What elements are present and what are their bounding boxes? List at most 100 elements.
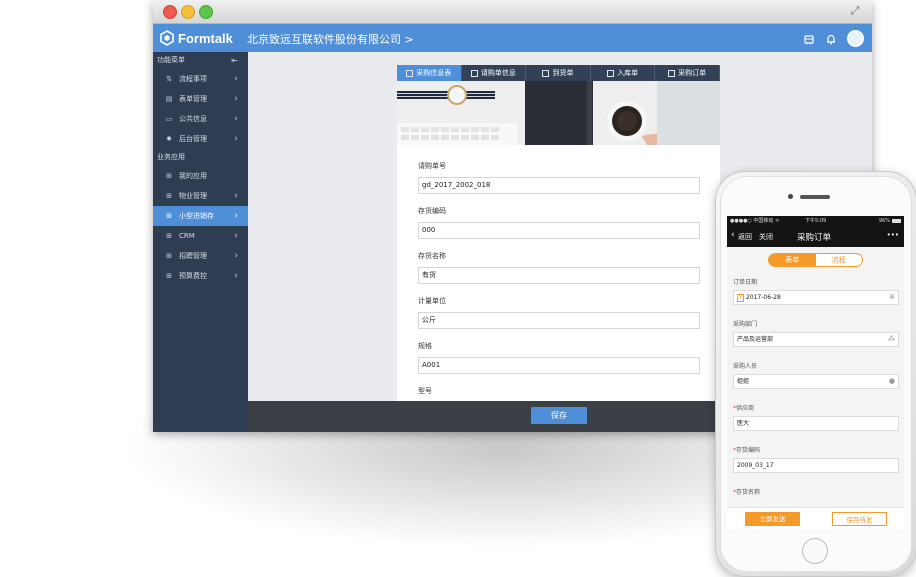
tab-label: 采购信息表 (416, 69, 452, 77)
sidebar-item-label: 公共信息 (179, 115, 207, 123)
form-tabs: 采购信息表 请购单信息 到货单 入库单 采购订单 (397, 65, 720, 81)
unit-input[interactable]: 公斤 (418, 312, 700, 329)
tab-icon (406, 69, 414, 77)
sidebar-item-label: 招聘管理 (179, 252, 207, 260)
inventory-name-field: *存货名称 (733, 488, 899, 497)
field-label: 采购部门 (733, 321, 758, 328)
tab-requisition[interactable]: 请购单信息 (462, 65, 527, 81)
field-label: 存货名称 (418, 252, 446, 260)
field-label: *供应商 (733, 404, 899, 413)
grid-icon: ⊞ (166, 252, 172, 260)
logo-text: Formtalk (178, 30, 233, 46)
org-tree-icon[interactable]: ⁂ (888, 333, 895, 346)
sidebar-item-forms[interactable]: ▤ 表单管理 › (153, 89, 248, 109)
logo[interactable]: Formtalk (159, 29, 233, 47)
buyer-input[interactable]: 姐姐 ● (733, 374, 899, 389)
clear-icon[interactable]: ⊗ (889, 291, 895, 304)
chevron-right-icon: › (234, 211, 238, 221)
field-label-text: 存货编码 (736, 447, 761, 454)
phone-screen: ●●●●○ 中国移动 ᯤ 下午5:09 96% ‹ 返回 关闭 采购订单 •••… (727, 216, 904, 529)
tab-arrival[interactable]: 到货单 (526, 65, 591, 81)
save-draft-button[interactable]: 保存待发 (832, 512, 887, 526)
sidebar-item-my-apps[interactable]: ⊞ 我的应用 (153, 166, 248, 186)
chevron-right-icon: › (234, 94, 238, 104)
sidebar-item-budget[interactable]: ⊞ 预算费控 › (153, 266, 248, 286)
save-button[interactable]: 保存 (531, 407, 587, 424)
battery-text: 96% (878, 218, 890, 224)
person-icon[interactable]: ● (889, 375, 895, 388)
avatar[interactable] (847, 30, 864, 47)
inventory-code-input[interactable]: 2009_03_17 (733, 458, 899, 473)
grid-icon: ⊞ (166, 192, 172, 200)
sidebar-section-apps: 业务应用 (153, 149, 248, 166)
desk-illustration (397, 81, 720, 145)
flow-icon: ⇅ (166, 75, 172, 83)
field-label: *存货名称 (733, 488, 899, 497)
header-icons (803, 30, 864, 47)
calendar-icon: Y (737, 294, 745, 302)
tab-warehousing[interactable]: 入库单 (591, 65, 656, 81)
zoom-window-button[interactable] (199, 5, 213, 19)
field-label-text: 存货名称 (736, 489, 761, 496)
back-button[interactable]: 返回 (738, 232, 752, 242)
order-date-field: 订单日期 Y 2017-06-28 ⊗ (733, 278, 899, 305)
close-button[interactable]: 关闭 (759, 232, 773, 242)
chevron-right-icon: › (234, 74, 238, 84)
inventory-name-input[interactable]: 有货 (418, 267, 700, 284)
phone-bottom-bar: 立即发送 保存待发 (727, 507, 904, 529)
department-input[interactable]: 产品及运营部 ⁂ (733, 332, 899, 347)
sidebar-item-flow[interactable]: ⇅ 流程事项 › (153, 69, 248, 89)
spec-input[interactable]: A001 (418, 357, 700, 374)
phone-status-bar: ●●●●○ 中国移动 ᯤ 下午5:09 96% (727, 216, 904, 227)
requisition-number-input[interactable]: gd_2017_2002_018 (418, 177, 700, 194)
inventory-code-input[interactable]: 000 (418, 222, 700, 239)
field-label: 计量单位 (418, 297, 446, 305)
field-label: *存货编码 (733, 446, 899, 455)
sidebar-item-recruit[interactable]: ⊞ 招聘管理 › (153, 246, 248, 266)
form-fields: 请购单号 gd_2017_2002_018 存货编码 000 存货名称 有货 计… (418, 161, 700, 397)
segmented-control: 表单 流程 (768, 253, 863, 267)
more-icon[interactable]: ••• (887, 231, 899, 239)
sidebar-item-public-info[interactable]: ▭ 公共信息 › (153, 109, 248, 129)
sidebar-item-label: CRM (179, 232, 195, 240)
form-icon: ▤ (165, 95, 173, 103)
supplier-field: *供应商 医大 (733, 404, 899, 431)
order-date-value: 2017-06-28 (745, 294, 781, 301)
title-bar: ⤢ (153, 0, 872, 24)
sidebar-item-property[interactable]: ⊞ 物业管理 › (153, 186, 248, 206)
field-label: 型号 (418, 387, 432, 395)
send-now-button[interactable]: 立即发送 (745, 512, 800, 526)
sidebar-item-admin[interactable]: ✹ 后台管理 › (153, 129, 248, 149)
order-date-input[interactable]: Y 2017-06-28 ⊗ (733, 290, 899, 305)
phone-camera (788, 194, 793, 199)
tab-form[interactable]: 表单 (769, 254, 816, 266)
field-label: 采购人员 (733, 363, 758, 370)
back-chevron-icon[interactable]: ‹ (731, 230, 735, 240)
store-icon[interactable] (803, 33, 815, 45)
sidebar-item-label: 物业管理 (179, 192, 207, 200)
formtalk-logo-icon (160, 30, 174, 46)
window-shadow (120, 420, 760, 550)
minimize-window-button[interactable] (181, 5, 195, 19)
collapse-menu-icon[interactable]: ⇤ (231, 52, 238, 69)
fullscreen-icon[interactable]: ⤢ (848, 4, 862, 18)
inventory-code-field: *存货编码 2009_03_17 (733, 446, 899, 473)
sidebar-item-crm[interactable]: ⊞ CRM › (153, 226, 248, 246)
company-breadcrumb[interactable]: 北京致远互联软件股份有限公司 > (247, 31, 414, 47)
close-window-button[interactable] (163, 5, 177, 19)
chevron-right-icon: › (234, 251, 238, 261)
bell-icon[interactable] (825, 33, 837, 45)
tab-flow[interactable]: 流程 (815, 254, 862, 266)
battery-icon (892, 219, 901, 223)
tab-purchase-info[interactable]: 采购信息表 (397, 65, 462, 81)
sidebar-item-inventory[interactable]: ⊞ 小型进销存 › (153, 206, 248, 226)
gear-icon: ✹ (166, 135, 172, 143)
sidebar-item-label: 表单管理 (179, 95, 207, 103)
sidebar-item-label: 预算费控 (179, 272, 207, 280)
home-button[interactable] (802, 538, 828, 564)
supplier-input[interactable]: 医大 (733, 416, 899, 431)
field-label: 请购单号 (418, 162, 446, 170)
carrier-text: ●●●●○ 中国移动 ᯤ (730, 218, 780, 224)
tab-icon (668, 69, 676, 77)
tab-purchase-order[interactable]: 采购订单 (655, 65, 720, 81)
